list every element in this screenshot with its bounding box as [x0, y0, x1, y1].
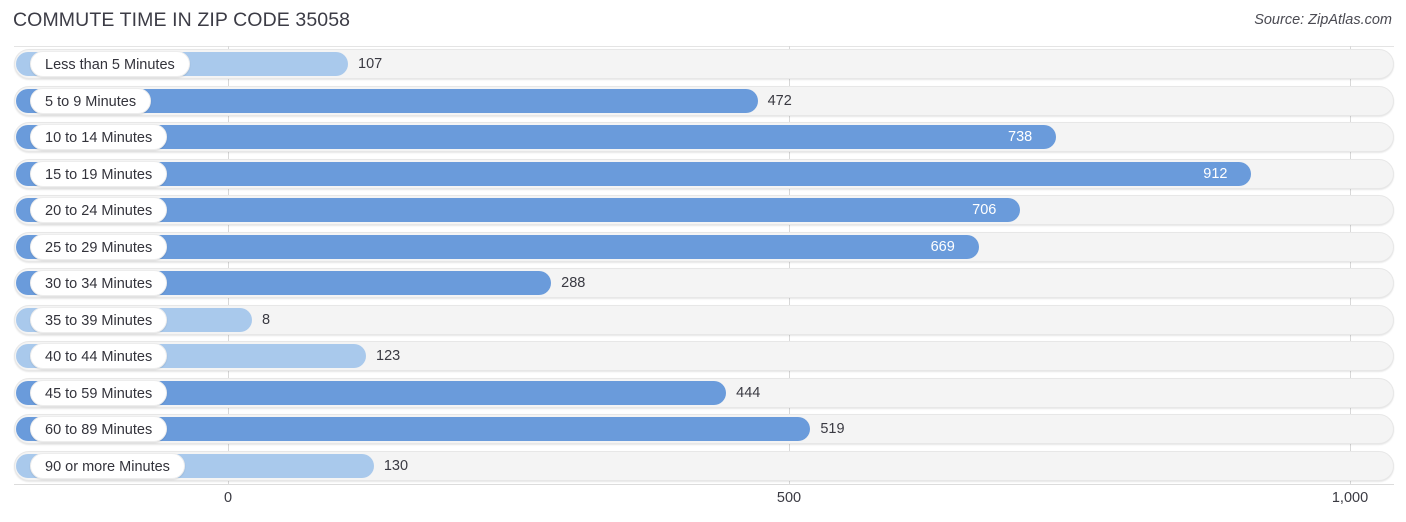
- bar-category-label: 10 to 14 Minutes: [30, 124, 168, 150]
- bar-category-label: 40 to 44 Minutes: [30, 343, 168, 369]
- chart-row[interactable]: 40 to 44 Minutes 123: [0, 338, 1406, 375]
- x-axis-tick-label: 1,000: [1331, 490, 1369, 506]
- chart-row[interactable]: 20 to 24 Minutes 706: [0, 192, 1406, 229]
- bar-value-label: 912: [1203, 165, 1228, 182]
- chart-row[interactable]: 45 to 59 Minutes 444: [0, 375, 1406, 412]
- chart-row[interactable]: 10 to 14 Minutes 738: [0, 119, 1406, 156]
- bar-category-label: 15 to 19 Minutes: [30, 160, 168, 187]
- bar[interactable]: [16, 161, 1252, 186]
- bar-category-label: 45 to 59 Minutes: [30, 379, 168, 406]
- bar-value-label: 444: [736, 384, 761, 401]
- chart-row[interactable]: 25 to 29 Minutes 669: [0, 229, 1406, 266]
- bar-category-label: 25 to 29 Minutes: [30, 233, 168, 260]
- page-title: COMMUTE TIME IN ZIP CODE 35058: [13, 9, 351, 31]
- bar[interactable]: [16, 125, 1057, 149]
- bar-value-label: 130: [383, 457, 409, 474]
- x-axis-tick-label: 500: [776, 490, 802, 506]
- bar-category-label: 35 to 39 Minutes: [30, 306, 168, 333]
- x-axis-tick-label: 0: [223, 490, 233, 506]
- chart-row[interactable]: 60 to 89 Minutes 519: [0, 411, 1406, 448]
- bar-value-label: 288: [561, 275, 586, 291]
- bar-value-label: 8: [262, 311, 271, 328]
- x-axis-line: [14, 484, 1394, 485]
- bar-value-label: 669: [930, 238, 955, 255]
- chart-row[interactable]: 5 to 9 Minutes 472: [0, 83, 1406, 120]
- bar-value-label: 107: [358, 56, 383, 72]
- chart-header: COMMUTE TIME IN ZIP CODE 35058 Source: Z…: [0, 0, 1406, 44]
- x-axis: 0 500 1,000: [0, 484, 1406, 522]
- bar-category-label: 60 to 89 Minutes: [30, 416, 168, 442]
- chart-row[interactable]: Less than 5 Minutes 107: [0, 46, 1406, 83]
- chart-row[interactable]: 35 to 39 Minutes 8: [0, 302, 1406, 339]
- chart-row[interactable]: 15 to 19 Minutes 912: [0, 156, 1406, 193]
- chart-row[interactable]: 30 to 34 Minutes 288: [0, 265, 1406, 302]
- source-attribution: Source: ZipAtlas.com: [1254, 12, 1392, 28]
- bar-value-label: 519: [820, 421, 845, 437]
- bar-category-label: 5 to 9 Minutes: [30, 87, 152, 114]
- bar-value-label: 738: [1008, 129, 1033, 145]
- bar-category-label: Less than 5 Minutes: [30, 51, 190, 77]
- bar-value-label: 472: [767, 92, 792, 109]
- bar-value-label: 123: [376, 348, 401, 364]
- bar-category-label: 30 to 34 Minutes: [30, 270, 168, 296]
- chart-plot-area: Less than 5 Minutes 107 5 to 9 Minutes 472 1…: [0, 46, 1406, 484]
- chart-row[interactable]: 90 or more Minutes 130: [0, 448, 1406, 485]
- bar-category-label: 20 to 24 Minutes: [30, 197, 168, 223]
- bar-value-label: 706: [972, 202, 997, 218]
- bar-category-label: 90 or more Minutes: [30, 452, 185, 479]
